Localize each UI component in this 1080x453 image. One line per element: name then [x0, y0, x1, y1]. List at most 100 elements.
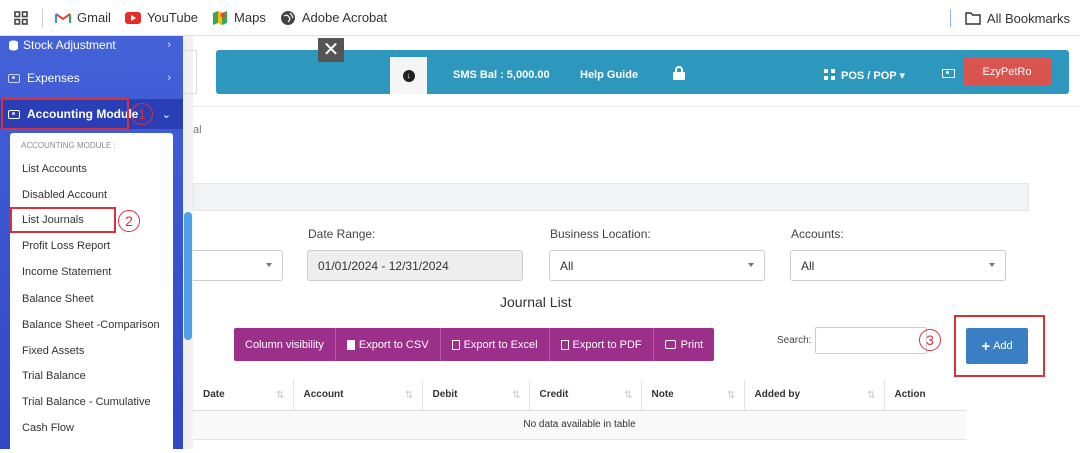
- export-toolbar: Column visibility Export to CSV Export t…: [234, 328, 715, 361]
- business-location-select[interactable]: All: [549, 250, 765, 281]
- column-header-credit[interactable]: Credit ⇅: [529, 380, 642, 411]
- bookmark-maps[interactable]: Maps: [212, 10, 266, 26]
- column-header-account[interactable]: Account ⇅: [293, 380, 423, 411]
- pdf-file-icon: [560, 339, 569, 350]
- button-label: Column visibility: [245, 338, 324, 351]
- submenu-item-balance-sheet[interactable]: Balance Sheet: [22, 293, 94, 305]
- bookmark-label: Gmail: [77, 10, 111, 25]
- caret-down-icon: [266, 263, 272, 267]
- sidebar-item-label: Expenses: [27, 71, 80, 85]
- sidebar-item-label: Stock Adjustment: [23, 38, 116, 52]
- sort-icon: ⇅: [405, 390, 414, 401]
- file-icon: [346, 339, 355, 350]
- accounts-value: All: [801, 258, 815, 273]
- sort-icon: ⇅: [727, 390, 736, 401]
- column-visibility-button[interactable]: Column visibility: [234, 328, 336, 361]
- submenu-item-balance-sheet-comparison[interactable]: Balance Sheet -Comparison: [22, 319, 160, 331]
- export-pdf-button[interactable]: Export to PDF: [549, 328, 654, 361]
- pos-pop-menu[interactable]: POS / POP ▾: [824, 69, 905, 82]
- button-label: Export to CSV: [358, 338, 429, 351]
- maps-icon: [213, 10, 228, 25]
- date-range-input[interactable]: 01/01/2024 - 12/31/2024: [307, 250, 523, 281]
- bookmarks-divider: [42, 8, 43, 27]
- youtube-icon: [124, 11, 141, 24]
- help-guide-link[interactable]: Help Guide: [580, 69, 638, 81]
- user-menu-button[interactable]: EzyPetRo: [963, 58, 1051, 85]
- table-row: No data available in table: [193, 410, 966, 440]
- column-header-note[interactable]: Note ⇅: [641, 380, 745, 411]
- business-location-label: Business Location:: [550, 227, 651, 241]
- button-label: Export to PDF: [572, 338, 642, 351]
- highlight-box-accounting-module: [1, 98, 129, 130]
- cash-icon[interactable]: [942, 69, 955, 78]
- add-journal-button[interactable]: + Add: [966, 328, 1028, 364]
- column-header-label: Credit: [539, 389, 569, 401]
- pos-pop-label: POS / POP ▾: [841, 70, 906, 82]
- download-button[interactable]: ↓: [390, 57, 427, 94]
- submenu-item-income-statement[interactable]: Income Statement: [22, 266, 111, 278]
- search-label: Search:: [777, 335, 812, 346]
- date-range-value: 01/01/2024 - 12/31/2024: [318, 258, 449, 273]
- print-button[interactable]: Print: [653, 328, 715, 361]
- plus-icon: +: [981, 337, 991, 355]
- content-divider: [193, 106, 1080, 107]
- search-input[interactable]: [815, 327, 927, 354]
- chevron-right-icon: ›: [167, 72, 171, 84]
- submenu-item-fixed-assets[interactable]: Fixed Assets: [22, 345, 84, 357]
- step-badge-3: 3: [919, 329, 941, 351]
- scrollbar-thumb[interactable]: [184, 212, 192, 340]
- submenu-item-trial-balance[interactable]: Trial Balance: [22, 370, 86, 382]
- database-icon: [9, 40, 18, 50]
- all-bookmarks[interactable]: All Bookmarks: [948, 9, 1070, 27]
- bookmark-gmail[interactable]: Gmail: [55, 10, 111, 26]
- bookmarks-divider: [949, 9, 951, 27]
- apps-grid-icon[interactable]: [14, 10, 28, 25]
- sidebar-item-expenses[interactable]: Expenses ›: [0, 63, 183, 93]
- column-header-added-by[interactable]: Added by ⇅: [744, 380, 885, 411]
- submenu-item-profit-loss-report[interactable]: Profit Loss Report: [22, 240, 110, 252]
- business-location-value: All: [560, 258, 574, 273]
- submenu-item-list-accounts[interactable]: List Accounts: [22, 163, 87, 175]
- bookmark-youtube[interactable]: YouTube: [124, 10, 199, 26]
- folder-icon: [965, 11, 981, 25]
- header-left-panel: [183, 50, 197, 94]
- submenu-item-cash-flow[interactable]: Cash Flow: [22, 422, 74, 434]
- submenu-item-disabled-account[interactable]: Disabled Account: [22, 189, 107, 201]
- empty-table-message: No data available in table: [193, 410, 966, 440]
- print-icon: [664, 340, 676, 349]
- all-bookmarks-label: All Bookmarks: [986, 10, 1070, 26]
- bookmark-label: Maps: [234, 10, 266, 25]
- bookmark-adobe-acrobat[interactable]: Adobe Acrobat: [280, 10, 387, 26]
- caret-down-icon: [989, 263, 995, 267]
- export-excel-button[interactable]: Export to Excel: [440, 328, 550, 361]
- export-csv-button[interactable]: Export to CSV: [335, 328, 441, 361]
- accounts-label: Accounts:: [791, 227, 844, 241]
- column-header-date[interactable]: Date ⇅: [193, 380, 294, 411]
- sidebar-item-stock-adjustment[interactable]: Stock Adjustment ›: [0, 36, 183, 60]
- column-header-label: Account: [303, 389, 344, 401]
- money-icon: [8, 73, 20, 83]
- sms-balance: SMS Bal : 5,000.00: [453, 69, 550, 81]
- column-header-label: Action: [894, 389, 926, 401]
- column-header-debit[interactable]: Debit ⇅: [422, 380, 530, 411]
- close-icon[interactable]: ✕: [318, 38, 344, 62]
- table-header-row: Date ⇅ Account ⇅ Debit ⇅ Credit ⇅ Note ⇅ Adde…: [193, 380, 966, 411]
- globe-icon: [280, 10, 295, 25]
- submenu-item-trial-balance-cumulative[interactable]: Trial Balance - Cumulative: [22, 396, 151, 408]
- breadcrumb: al: [193, 124, 202, 136]
- column-header-label: Added by: [754, 389, 801, 401]
- location-filter-select[interactable]: [193, 250, 283, 281]
- download-icon: ↓: [402, 69, 415, 82]
- sort-icon: ⇅: [624, 390, 633, 401]
- accounts-select[interactable]: All: [790, 250, 1006, 281]
- step-badge-1: 1: [131, 103, 153, 125]
- bookmark-label: YouTube: [146, 10, 199, 25]
- filter-panel-header: [193, 183, 1029, 211]
- chevron-right-icon: ›: [167, 39, 171, 51]
- sort-icon: ⇅: [512, 390, 521, 401]
- chevron-down-icon: ⌄: [161, 108, 171, 121]
- page-title: Journal List: [500, 294, 572, 310]
- highlight-box-list-journals: [10, 207, 116, 233]
- excel-file-icon: [451, 339, 460, 350]
- lock-icon[interactable]: [673, 66, 685, 80]
